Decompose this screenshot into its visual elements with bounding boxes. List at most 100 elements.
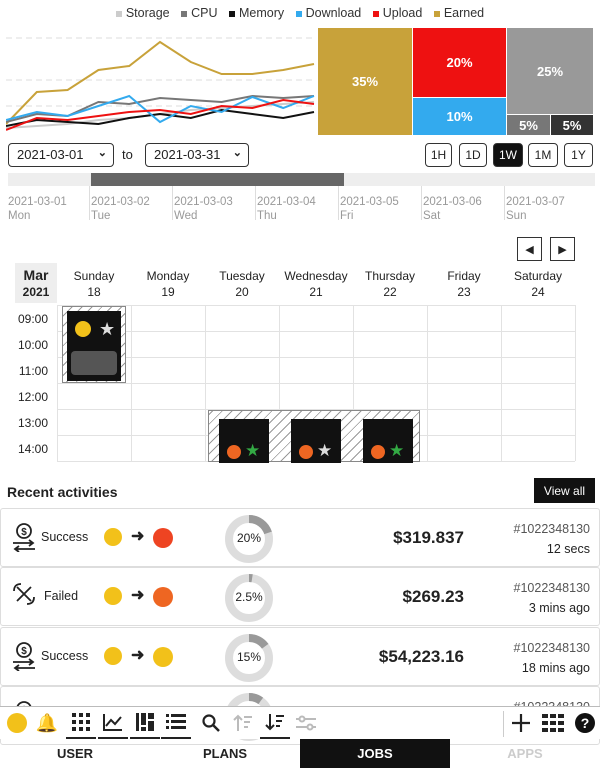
activity-id[interactable]: #1022348130 bbox=[514, 641, 590, 655]
view-all-button[interactable]: View all bbox=[534, 478, 595, 503]
calendar-col-line bbox=[57, 305, 58, 461]
legend-cpu[interactable]: CPU bbox=[181, 6, 218, 20]
calendar-next-button[interactable]: ▶ bbox=[550, 237, 575, 261]
legend-earned[interactable]: Earned bbox=[433, 6, 484, 20]
world-map-icon bbox=[71, 351, 117, 375]
activity-time-ago: 18 mins ago bbox=[521, 661, 590, 675]
robot-avatar-icon[interactable] bbox=[2, 707, 32, 739]
end-date-select[interactable]: 2021-03-31 ⌄ bbox=[145, 143, 249, 167]
calendar-event-sunday[interactable]: ★ bbox=[62, 306, 126, 383]
timeline-day[interactable]: 2021-03-03 Wed bbox=[174, 195, 233, 223]
day-number: 19 bbox=[161, 285, 175, 299]
target-robot-icon bbox=[153, 587, 173, 607]
timeline-selection[interactable] bbox=[91, 173, 344, 186]
timeline-tick bbox=[172, 186, 173, 220]
help-icon[interactable]: ? bbox=[570, 707, 600, 739]
series-line-earned[interactable] bbox=[6, 40, 315, 125]
calendar-day-header[interactable]: Thursday 22 bbox=[353, 268, 427, 300]
filter-sliders-icon[interactable] bbox=[291, 707, 321, 739]
event-thumbnail: ★ bbox=[219, 419, 269, 463]
calendar-row-line bbox=[57, 331, 575, 332]
treemap-earned[interactable]: 35% bbox=[318, 28, 412, 135]
timeline-date: 2021-03-02 bbox=[91, 196, 150, 208]
calendar-day-header[interactable]: Tuesday 20 bbox=[205, 268, 279, 300]
day-name: Thursday bbox=[364, 269, 416, 283]
chevron-down-icon: ⌄ bbox=[232, 147, 242, 159]
treemap-memory[interactable]: 5% bbox=[551, 115, 593, 135]
list-icon[interactable] bbox=[161, 707, 191, 739]
activity-amount: $269.23 bbox=[402, 587, 464, 606]
calendar-prev-button[interactable]: ◀ bbox=[517, 237, 542, 261]
line-chart-icon[interactable] bbox=[98, 707, 128, 739]
tab-user[interactable]: USER bbox=[0, 739, 150, 768]
day-number: 22 bbox=[383, 285, 397, 299]
plus-icon[interactable] bbox=[506, 707, 536, 739]
time-label: 09:00 bbox=[17, 312, 48, 326]
star-icon: ★ bbox=[317, 441, 333, 460]
timeline-day[interactable]: 2021-03-07 Sun bbox=[506, 195, 565, 223]
recent-activities-title: Recent activities bbox=[7, 484, 118, 500]
treemap-storage[interactable]: 25% bbox=[507, 28, 593, 114]
progress-percent: 2.5% bbox=[235, 590, 263, 604]
svg-text:$: $ bbox=[21, 646, 27, 657]
calendar-day-header[interactable]: Friday 23 bbox=[427, 268, 501, 300]
timeline-day[interactable]: 2021-03-06 Sat bbox=[423, 195, 482, 223]
range-1m-button[interactable]: 1M bbox=[528, 143, 558, 167]
range-1y-button[interactable]: 1Y bbox=[564, 143, 593, 167]
calendar-row-line bbox=[57, 383, 575, 384]
activity-id[interactable]: #1022348130 bbox=[514, 581, 590, 595]
tab-apps: APPS bbox=[507, 746, 543, 761]
treemap-cpu[interactable]: 5% bbox=[507, 115, 550, 135]
range-to-label: to bbox=[122, 147, 133, 162]
calendar-day-header[interactable]: Wednesday 21 bbox=[279, 268, 353, 300]
legend-download[interactable]: Download bbox=[295, 6, 361, 20]
triangle-left-icon: ◀ bbox=[525, 243, 534, 256]
treemap-download[interactable]: 10% bbox=[413, 98, 506, 135]
legend-storage[interactable]: Storage bbox=[115, 6, 170, 20]
timeline-weekday: Mon bbox=[8, 210, 31, 222]
activity-row[interactable]: $ Success ➜ 20% $319.837 #1022348130 12 secs bbox=[0, 508, 600, 567]
star-icon: ★ bbox=[389, 441, 405, 460]
timeline-day[interactable]: 2021-03-04 Thu bbox=[257, 195, 316, 223]
timeline-date: 2021-03-03 bbox=[174, 196, 233, 208]
dashboard-icon[interactable] bbox=[130, 707, 160, 739]
activity-time-ago: 3 mins ago bbox=[528, 601, 590, 615]
activity-row[interactable]: Failed ➜ 2.5% $269.23 #1022348130 3 mins ago bbox=[0, 567, 600, 626]
range-1w-button[interactable]: 1W bbox=[493, 143, 523, 167]
range-1d-button[interactable]: 1D bbox=[459, 143, 487, 167]
calendar-col-line bbox=[205, 305, 206, 461]
treemap-upload[interactable]: 20% bbox=[413, 28, 506, 97]
search-icon[interactable] bbox=[196, 707, 226, 739]
day-name: Tuesday bbox=[219, 269, 265, 283]
calendar-day-header[interactable]: Saturday 24 bbox=[501, 268, 575, 300]
activity-id[interactable]: #1022348130 bbox=[514, 522, 590, 536]
start-date-select[interactable]: 2021-03-01 ⌄ bbox=[8, 143, 114, 167]
sort-descending-icon[interactable] bbox=[260, 707, 290, 739]
range-1h-button[interactable]: 1H bbox=[425, 143, 452, 167]
timeline-day[interactable]: 2021-03-05 Fri bbox=[340, 195, 399, 223]
grid-icon[interactable] bbox=[66, 707, 96, 739]
timeline-date: 2021-03-01 bbox=[8, 196, 67, 208]
chart-legend: Storage CPU Memory Download Upload Earne… bbox=[0, 6, 600, 20]
activity-time-ago: 12 secs bbox=[546, 542, 590, 556]
tab-jobs[interactable]: JOBS bbox=[300, 739, 450, 768]
calendar-day-header[interactable]: Monday 19 bbox=[131, 268, 205, 300]
calendar-event-tuesday[interactable]: ★ ★ ★ bbox=[208, 410, 420, 463]
legend-upload[interactable]: Upload bbox=[372, 6, 422, 20]
event-thumbnail: ★ bbox=[291, 419, 341, 463]
calendar-day-header[interactable]: Sunday 18 bbox=[57, 268, 131, 300]
svg-text:?: ? bbox=[581, 715, 590, 731]
timeline-day[interactable]: 2021-03-01 Mon bbox=[8, 195, 67, 223]
legend-memory[interactable]: Memory bbox=[229, 6, 284, 20]
tab-plans[interactable]: PLANS bbox=[150, 739, 300, 768]
timeline-day[interactable]: 2021-03-02 Tue bbox=[91, 195, 150, 223]
source-robot-icon bbox=[104, 587, 122, 605]
activity-amount: $319.837 bbox=[393, 528, 464, 547]
activity-row[interactable]: $ Success ➜ 15% $54,223.16 #1022348130 18 mins… bbox=[0, 627, 600, 686]
triangle-right-icon: ▶ bbox=[558, 243, 567, 256]
transfer-failed-icon bbox=[13, 583, 35, 605]
sort-ascending-icon[interactable] bbox=[228, 707, 258, 739]
bell-icon[interactable]: 🔔 bbox=[32, 707, 62, 739]
apps-grid-icon[interactable] bbox=[538, 707, 568, 739]
day-name: Wednesday bbox=[284, 269, 348, 283]
